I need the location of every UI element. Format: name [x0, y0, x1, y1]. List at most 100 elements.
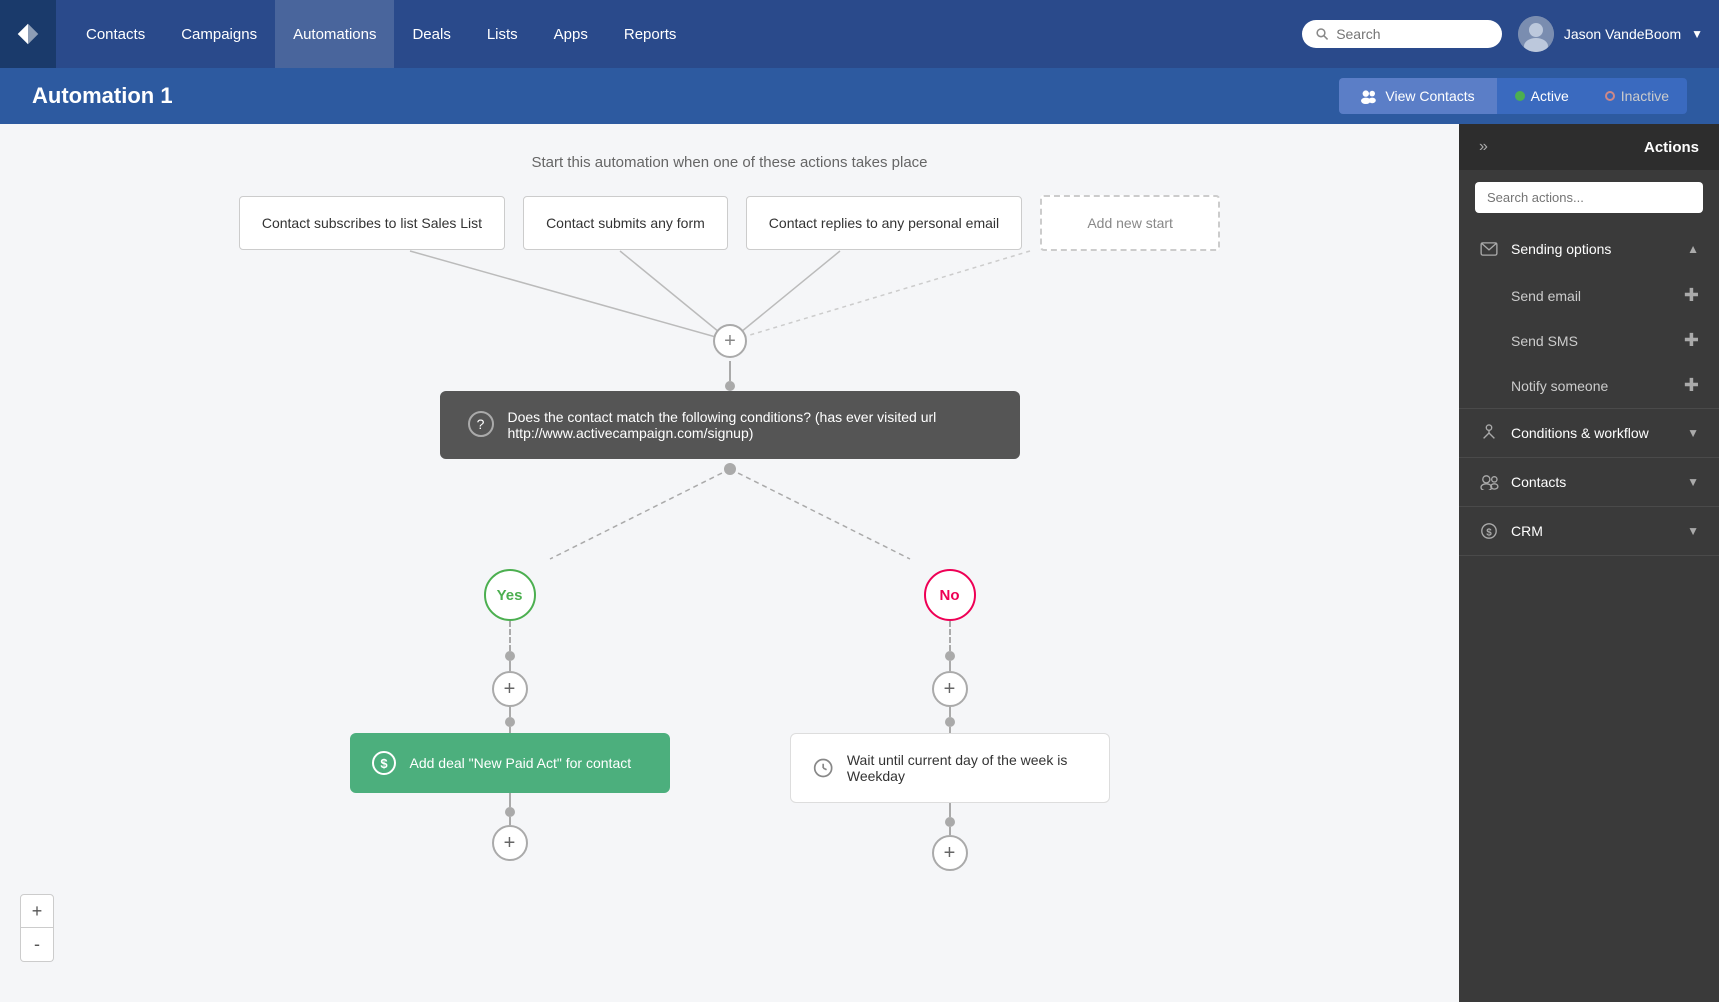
trigger-connector-svg: +: [280, 251, 1180, 361]
sidebar-header: » Actions: [1459, 124, 1719, 170]
trigger-form[interactable]: Contact submits any form: [523, 196, 728, 250]
no-dot: [945, 651, 955, 661]
send-sms-item[interactable]: Send SMS ✚: [1459, 318, 1719, 363]
nav-campaigns[interactable]: Campaigns: [163, 0, 275, 68]
trigger-subscribe[interactable]: Contact subscribes to list Sales List: [239, 196, 505, 250]
svg-text:$: $: [380, 756, 388, 771]
yes-connector-6: [509, 817, 511, 825]
connector-section: [725, 361, 735, 391]
navbar: Contacts Campaigns Automations Deals Lis…: [0, 0, 1719, 68]
no-connector: [949, 621, 951, 651]
inactive-button[interactable]: Inactive: [1587, 78, 1687, 114]
sidebar-search-input[interactable]: [1475, 182, 1703, 213]
yes-connector-2: [509, 661, 511, 671]
nav-automations[interactable]: Automations: [275, 0, 394, 68]
contacts-section-label: Contacts: [1511, 474, 1675, 490]
page-title: Automation 1: [32, 83, 173, 109]
search-input[interactable]: [1336, 26, 1488, 42]
conditions-workflow-header[interactable]: Conditions & workflow ▼: [1459, 409, 1719, 457]
sidebar-title: Actions: [1644, 139, 1699, 156]
branch-icon: [1479, 423, 1499, 443]
no-connector-5: [949, 803, 951, 817]
condition-box[interactable]: ? Does the contact match the following c…: [440, 391, 1020, 459]
contacts-icon: [1479, 472, 1499, 492]
notify-someone-plus-icon[interactable]: ✚: [1684, 375, 1699, 396]
sending-options-chevron: ▲: [1687, 242, 1699, 256]
yes-plus-button-2[interactable]: +: [492, 825, 528, 861]
send-sms-plus-icon[interactable]: ✚: [1684, 330, 1699, 351]
nav-reports[interactable]: Reports: [606, 0, 695, 68]
nav-deals[interactable]: Deals: [394, 0, 468, 68]
yes-dot: [505, 651, 515, 661]
add-trigger-button[interactable]: Add new start: [1040, 195, 1220, 251]
nav-contacts[interactable]: Contacts: [68, 0, 163, 68]
yes-dot-3: [505, 807, 515, 817]
sidebar-section-conditions: Conditions & workflow ▼: [1459, 409, 1719, 458]
yes-circle[interactable]: Yes: [484, 569, 536, 621]
start-label: Start this automation when one of these …: [531, 154, 927, 171]
active-button[interactable]: Active: [1497, 78, 1587, 114]
canvas: Start this automation when one of these …: [0, 124, 1459, 1002]
contacts-section-header[interactable]: Contacts ▼: [1459, 458, 1719, 506]
no-dot-2: [945, 717, 955, 727]
yes-dot-2: [505, 717, 515, 727]
yes-plus-button[interactable]: +: [492, 671, 528, 707]
user-name: Jason VandeBoom: [1564, 26, 1681, 42]
sidebar-collapse-icon[interactable]: »: [1479, 138, 1488, 156]
header-actions: View Contacts Active Inactive: [1339, 78, 1687, 114]
search-icon: [1316, 27, 1328, 41]
avatar: [1518, 16, 1554, 52]
condition-text: Does the contact match the following con…: [508, 409, 992, 441]
crm-section-header[interactable]: $ CRM ▼: [1459, 507, 1719, 555]
user-info[interactable]: Jason VandeBoom ▼: [1518, 16, 1703, 52]
zoom-out-button[interactable]: -: [20, 928, 54, 962]
sidebar-search: [1459, 170, 1719, 225]
sidebar-section-crm: $ CRM ▼: [1459, 507, 1719, 556]
dollar-icon: $: [372, 751, 396, 775]
connector-line-1: [729, 361, 731, 381]
main-layout: Start this automation when one of these …: [0, 124, 1719, 1002]
nav-lists[interactable]: Lists: [469, 0, 536, 68]
crm-section-label: CRM: [1511, 523, 1675, 539]
send-sms-label: Send SMS: [1511, 333, 1578, 349]
yes-connector-3: [509, 707, 511, 717]
trigger-email-reply[interactable]: Contact replies to any personal email: [746, 196, 1022, 250]
nav-apps[interactable]: Apps: [536, 0, 606, 68]
add-deal-action[interactable]: $ Add deal "New Paid Act" for contact: [350, 733, 670, 793]
inactive-dot: [1605, 91, 1615, 101]
email-icon: [1479, 239, 1499, 259]
yes-connector-5: [509, 793, 511, 807]
no-circle[interactable]: No: [924, 569, 976, 621]
no-plus-button[interactable]: +: [932, 671, 968, 707]
svg-text:$: $: [1486, 528, 1492, 539]
no-plus-button-2[interactable]: +: [932, 835, 968, 871]
zoom-in-button[interactable]: +: [20, 894, 54, 928]
send-email-plus-icon[interactable]: ✚: [1684, 285, 1699, 306]
wait-action[interactable]: Wait until current day of the week is We…: [790, 733, 1110, 803]
header-bar: Automation 1 View Contacts Active Inacti…: [0, 68, 1719, 124]
search-box[interactable]: [1302, 20, 1502, 48]
svg-text:+: +: [724, 330, 736, 352]
yes-connector: [509, 621, 511, 651]
no-connector-6: [949, 827, 951, 835]
notify-someone-item[interactable]: Notify someone ✚: [1459, 363, 1719, 408]
user-chevron-icon: ▼: [1691, 27, 1703, 41]
crm-chevron: ▼: [1687, 524, 1699, 538]
canvas-inner: Start this automation when one of these …: [20, 144, 1439, 944]
sending-options-header[interactable]: Sending options ▲: [1459, 225, 1719, 273]
view-contacts-button[interactable]: View Contacts: [1339, 78, 1496, 114]
conditions-chevron: ▼: [1687, 426, 1699, 440]
logo[interactable]: [0, 0, 56, 68]
view-contacts-label: View Contacts: [1385, 88, 1474, 104]
question-icon: ?: [468, 411, 494, 437]
wait-label: Wait until current day of the week is We…: [847, 752, 1087, 784]
trigger-row: Contact subscribes to list Sales List Co…: [239, 195, 1220, 251]
clock-icon: [813, 756, 833, 780]
send-email-item[interactable]: Send email ✚: [1459, 273, 1719, 318]
conditions-workflow-label: Conditions & workflow: [1511, 425, 1675, 441]
sidebar-section-sending: Sending options ▲ Send email ✚ Send SMS …: [1459, 225, 1719, 409]
add-deal-label: Add deal "New Paid Act" for contact: [410, 755, 632, 771]
branch-row: Yes + $ Add deal "New Paid Act" for cont…: [350, 569, 1110, 871]
people-icon: [1361, 88, 1377, 104]
crm-icon: $: [1479, 521, 1499, 541]
